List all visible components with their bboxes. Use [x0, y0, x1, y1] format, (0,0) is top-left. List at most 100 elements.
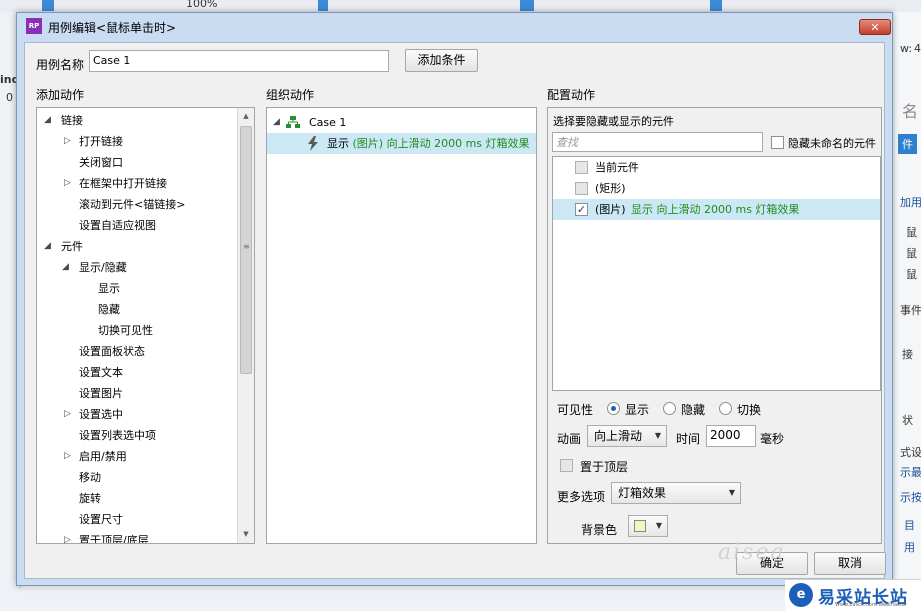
app-tab[interactable]: 件 — [898, 134, 917, 154]
tree-item-widget-group[interactable]: ◢ 元件 — [37, 236, 237, 257]
tree-item-label: 切换可见性 — [98, 324, 153, 337]
tree-item-set-list-selection[interactable]: 设置列表选中项 — [37, 425, 237, 446]
expand-arrow-icon[interactable]: ▷ — [64, 446, 71, 467]
case-row[interactable]: ◢ Case 1 — [267, 112, 536, 133]
add-condition-button[interactable]: 添加条件 — [405, 49, 478, 72]
watermark-text: aisea — [718, 540, 786, 565]
bring-to-front-checkbox[interactable] — [560, 459, 573, 472]
hide-unnamed-checkbox[interactable] — [771, 136, 784, 149]
tree-item-label: 显示 — [98, 282, 120, 295]
organize-action-header: 组织动作 — [266, 88, 315, 102]
tree-item-set-size[interactable]: 设置尺寸 — [37, 509, 237, 530]
tree-item-show-hide[interactable]: ◢ 显示/隐藏 — [37, 257, 237, 278]
tree-item-label: 设置面板状态 — [79, 345, 145, 358]
widget-row-current[interactable]: 当前元件 — [553, 157, 880, 178]
visibility-show-radio[interactable] — [607, 402, 620, 415]
widget-label: (图片) — [595, 203, 626, 216]
collapse-arrow-icon[interactable]: ◢ — [44, 110, 51, 131]
tree-item-link-group[interactable]: ◢ 链接 — [37, 110, 237, 131]
tree-item-label: 旋转 — [79, 492, 101, 505]
expand-arrow-icon[interactable]: ▷ — [64, 404, 71, 425]
app-fragment[interactable]: 加用 — [900, 194, 921, 210]
visibility-hide-radio[interactable] — [663, 402, 676, 415]
bg-color-picker[interactable]: ▼ — [628, 515, 668, 537]
app-fragment: 0 — [6, 91, 13, 104]
visibility-toggle-radio[interactable] — [719, 402, 732, 415]
axure-rp-icon: RP — [26, 18, 42, 34]
tree-item-open-link[interactable]: ▷ 打开链接 — [37, 131, 237, 152]
tree-item-scroll-to-widget[interactable]: 滚动到元件<锚链接> — [37, 194, 237, 215]
more-options-dropdown[interactable]: 灯箱效果 ▼ — [611, 482, 741, 504]
tree-item-open-in-frame[interactable]: ▷ 在框架中打开链接 — [37, 173, 237, 194]
color-swatch — [634, 520, 646, 532]
tree-scrollbar[interactable]: ▲ ≡ ▼ — [237, 108, 254, 543]
toolbar-icon[interactable] — [42, 0, 54, 11]
tree-item-set-adaptive-view[interactable]: 设置自适应视图 — [37, 215, 237, 236]
more-options-label: 更多选项 — [557, 490, 606, 504]
dialog-titlebar[interactable]: RP 用例编辑<鼠标单击时> ✕ — [17, 13, 892, 41]
scroll-down-icon[interactable]: ▼ — [238, 526, 254, 543]
collapse-arrow-icon[interactable]: ◢ — [273, 112, 280, 133]
organize-action-tree[interactable]: ◢ Case 1 显示 (图片) 向上滑动 2000 ms 灯箱效果 — [266, 107, 537, 544]
zoom-level[interactable]: 100% — [186, 0, 217, 10]
tree-item-label: 在框架中打开链接 — [79, 177, 167, 190]
widget-checkbox[interactable] — [575, 182, 588, 195]
cancel-button[interactable]: 取消 — [814, 552, 886, 575]
tree-item-set-selected[interactable]: ▷ 设置选中 — [37, 404, 237, 425]
chevron-down-icon: ▼ — [655, 521, 662, 530]
tree-item-bring-front-back[interactable]: ▷ 置于顶层/底层 — [37, 530, 237, 544]
case-name-input[interactable]: Case 1 — [89, 50, 389, 72]
tree-item-rotate[interactable]: 旋转 — [37, 488, 237, 509]
widget-list[interactable]: 当前元件 (矩形) ✓ (图片) 显示 向上滑动 2000 ms 灯箱效果 — [552, 156, 881, 391]
tree-item-label: 置于顶层/底层 — [79, 534, 149, 544]
tree-item-show[interactable]: 显示 — [37, 278, 237, 299]
close-button[interactable]: ✕ — [859, 19, 891, 35]
tree-item-toggle-visibility[interactable]: 切换可见性 — [37, 320, 237, 341]
configure-subtitle: 选择要隐藏或显示的元件 — [553, 115, 674, 128]
app-fragment: w: — [900, 42, 913, 55]
add-action-tree[interactable]: ◢ 链接 ▷ 打开链接 关闭窗口 ▷ 在框架中打开链接 滚动到元件<锚链接> 设… — [36, 107, 255, 544]
tree-item-hide[interactable]: 隐藏 — [37, 299, 237, 320]
tree-item-close-window[interactable]: 关闭窗口 — [37, 152, 237, 173]
configure-action-panel: 选择要隐藏或显示的元件 查找 隐藏未命名的元件 当前元件 (矩形) ✓ (图片)… — [547, 107, 882, 544]
widget-row-rectangle[interactable]: (矩形) — [553, 178, 880, 199]
case-name-label: 用例名称 — [36, 58, 85, 72]
widget-checkbox[interactable] — [575, 161, 588, 174]
scroll-thumb[interactable]: ≡ — [240, 126, 252, 374]
tree-item-label: 打开链接 — [79, 135, 123, 148]
expand-arrow-icon[interactable]: ▷ — [64, 131, 71, 152]
animation-dropdown[interactable]: 向上滑动 ▼ — [587, 425, 667, 447]
tree-item-label: 设置尺寸 — [79, 513, 123, 526]
collapse-arrow-icon[interactable]: ◢ — [62, 257, 69, 278]
lightning-icon — [308, 136, 318, 151]
tree-item-set-panel-state[interactable]: 设置面板状态 — [37, 341, 237, 362]
logo-icon: e — [789, 583, 813, 607]
expand-arrow-icon[interactable]: ▷ — [64, 530, 71, 543]
tree-item-set-image[interactable]: 设置图片 — [37, 383, 237, 404]
app-fragment: 用 — [904, 541, 915, 554]
widget-checkbox-checked[interactable]: ✓ — [575, 203, 588, 216]
toolbar-icon[interactable] — [520, 0, 534, 11]
tree-item-enable-disable[interactable]: ▷ 启用/禁用 — [37, 446, 237, 467]
tree-item-label: 设置列表选中项 — [79, 429, 156, 442]
tree-item-set-text[interactable]: 设置文本 — [37, 362, 237, 383]
expand-arrow-icon[interactable]: ▷ — [64, 173, 71, 194]
collapse-arrow-icon[interactable]: ◢ — [44, 236, 51, 257]
tree-item-label: 设置选中 — [79, 408, 123, 421]
action-row[interactable]: 显示 (图片) 向上滑动 2000 ms 灯箱效果 — [267, 133, 536, 154]
use-case-editor-dialog: RP 用例编辑<鼠标单击时> ✕ 用例名称 Case 1 添加条件 添加动作 组… — [16, 12, 893, 586]
tree-item-move[interactable]: 移动 — [37, 467, 237, 488]
tree-item-label: 设置文本 — [79, 366, 123, 379]
widget-search-input[interactable]: 查找 — [552, 132, 763, 152]
app-fragment[interactable]: 示按 — [900, 489, 921, 505]
toolbar-icon[interactable] — [710, 0, 722, 11]
time-input[interactable]: 2000 — [706, 425, 756, 447]
close-icon: ✕ — [870, 21, 880, 34]
tree-item-label: 关闭窗口 — [79, 156, 123, 169]
app-fragment[interactable]: 示最 — [900, 464, 921, 480]
scroll-up-icon[interactable]: ▲ — [238, 108, 254, 125]
widget-row-image[interactable]: ✓ (图片) 显示 向上滑动 2000 ms 灯箱效果 — [553, 199, 880, 220]
app-fragment: 式设 — [900, 446, 921, 459]
action-text: 显示 (图片) 向上滑动 2000 ms 灯箱效果 — [327, 133, 530, 154]
toolbar-icon[interactable] — [318, 0, 328, 11]
